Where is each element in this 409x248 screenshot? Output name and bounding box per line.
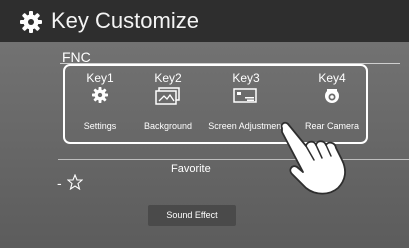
star-icon	[67, 174, 83, 190]
key3-button[interactable]: Key3 Screen Adjustment	[206, 64, 286, 144]
key2-button[interactable]: Key2 Background	[128, 64, 208, 144]
favorite-label: Favorite	[171, 163, 211, 175]
sound-effect-button[interactable]: Sound Effect	[148, 205, 236, 226]
section-divider	[58, 159, 409, 160]
favorite-slot[interactable]: -	[57, 174, 83, 194]
key-name: Key3	[232, 71, 260, 85]
key-name: Key4	[318, 71, 346, 85]
key-function-label: Background	[143, 121, 193, 131]
header-bar: Key Customize	[0, 0, 409, 42]
favorite-prefix: -	[57, 175, 62, 191]
gear-icon	[92, 87, 108, 103]
pointing-hand-icon	[280, 121, 346, 195]
screen-adjustment-icon	[233, 88, 257, 103]
gear-icon	[20, 11, 42, 33]
background-icon	[155, 87, 180, 105]
rear-camera-icon	[325, 89, 339, 103]
key-name: Key2	[154, 71, 182, 85]
page-title: Key Customize	[51, 8, 199, 33]
key-function-label: Screen Adjustment	[208, 121, 284, 131]
